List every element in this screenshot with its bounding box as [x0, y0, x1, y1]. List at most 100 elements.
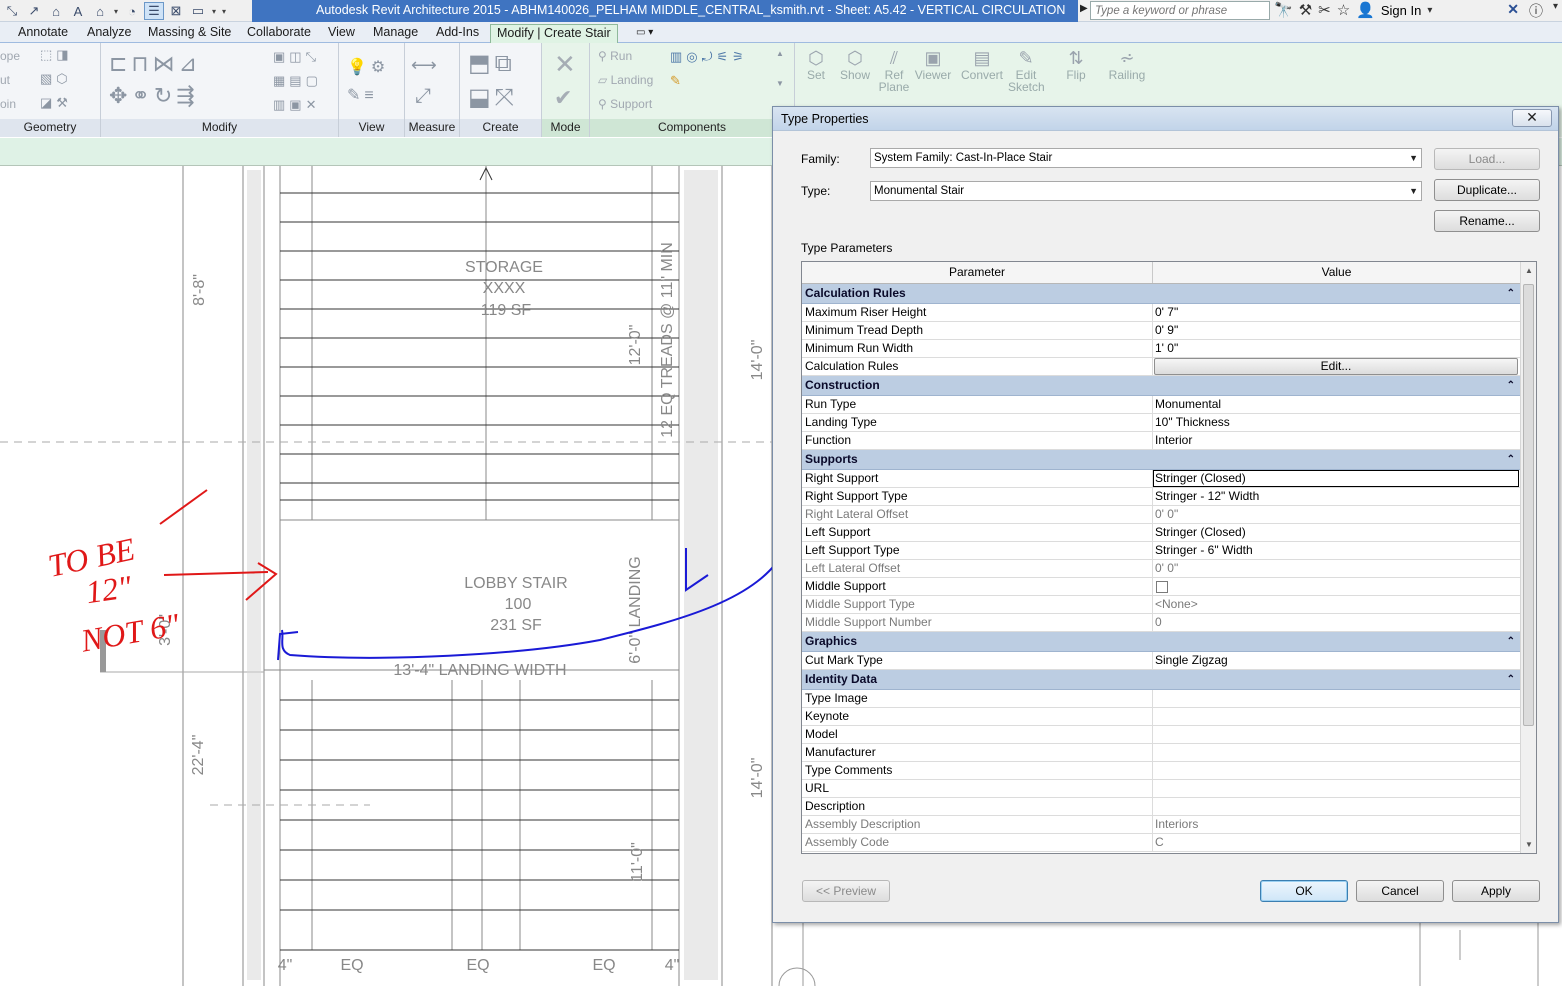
measure-distance-icon[interactable]: ⟷ — [411, 55, 441, 76]
edit-sketch-button[interactable]: ✎ Edit Sketch — [1008, 49, 1045, 93]
communication-icon[interactable]: ✂ — [1318, 1, 1331, 19]
load-button[interactable]: Load... — [1434, 148, 1540, 170]
close-button[interactable]: ✕ — [1512, 109, 1552, 127]
parameter-row[interactable]: Left Support Type Stringer - 6" Width — [802, 542, 1521, 560]
exchange-apps-icon[interactable]: ✕ — [1507, 1, 1519, 21]
tag-icon[interactable]: ⌂ — [46, 2, 66, 20]
modify-tools-icon[interactable]: ▣◫⤡ — [273, 49, 320, 65]
parameter-value[interactable]: Stringer (Closed) — [1155, 524, 1246, 541]
type-select[interactable]: Monumental Stair ▼ — [870, 181, 1422, 201]
flip-button[interactable]: ⇅ Flip — [1058, 49, 1094, 81]
view-tools-icon[interactable]: 💡⚙ — [347, 57, 389, 77]
cancel-button[interactable]: Cancel — [1356, 880, 1444, 902]
tab-modify-create-stair[interactable]: Modify | Create Stair — [490, 24, 618, 43]
geometry-tools-icon[interactable]: ◪⚒ — [40, 95, 72, 111]
run-tool[interactable]: ⚲ Run — [598, 49, 632, 63]
parameter-row[interactable]: Minimum Run Width 1' 0" — [802, 340, 1521, 358]
landing-tool[interactable]: ▱ Landing — [598, 73, 653, 87]
apply-button[interactable]: Apply — [1452, 880, 1540, 902]
parameter-row[interactable]: Left Lateral Offset 0' 0" — [802, 560, 1521, 578]
parameter-value[interactable]: <None> — [1155, 596, 1198, 613]
preview-button[interactable]: << Preview — [802, 880, 890, 902]
type-parameters-grid[interactable]: Parameter Value Calculation Rules ⌃ Maximu… — [801, 261, 1537, 854]
set-work-plane-button[interactable]: ⬡ Set — [800, 49, 832, 81]
3d-view-icon[interactable]: ⌂ — [90, 2, 110, 20]
convert-button[interactable]: ▤ Convert — [958, 49, 1006, 81]
chevron-down-icon[interactable]: ▾ — [1427, 5, 1432, 16]
group-header-supports[interactable]: Supports ⌃ — [802, 450, 1521, 470]
geometry-tools-icon[interactable]: ▧⬡ — [40, 71, 72, 87]
pick-icon[interactable]: ✎ — [670, 73, 685, 89]
measure-icon[interactable]: ⤡ — [2, 2, 22, 20]
geometry-tool-label[interactable]: oin — [0, 97, 16, 111]
parameter-row[interactable]: Function Interior — [802, 432, 1521, 450]
collapse-icon[interactable]: ⌃ — [1507, 284, 1515, 303]
ribbon-minimize-icon[interactable]: ▭ ▾ — [636, 24, 653, 43]
parameter-row[interactable]: Cut Mark Type Single Zigzag — [802, 652, 1521, 670]
scroll-down-icon[interactable]: ▼ — [776, 79, 784, 88]
customize-qat-icon[interactable]: ▾ — [220, 7, 228, 16]
edit-calculation-rules-button[interactable]: Edit... — [1154, 358, 1518, 375]
parameter-row[interactable]: Type Comments — [802, 762, 1521, 780]
group-header-identity-data[interactable]: Identity Data ⌃ — [802, 670, 1521, 690]
scroll-up-icon[interactable]: ▲ — [1525, 266, 1533, 275]
parameter-value[interactable]: 0' 0" — [1155, 506, 1178, 523]
parameter-value[interactable]: 0' 0" — [1155, 560, 1178, 577]
parameter-row[interactable]: Landing Type 10" Thickness — [802, 414, 1521, 432]
geometry-tools-icon[interactable]: ⬚◨ — [40, 47, 73, 63]
parameter-row[interactable]: Right Support Type Stringer - 12" Width — [802, 488, 1521, 506]
support-tool[interactable]: ⚲ Support — [598, 97, 652, 111]
show-work-plane-button[interactable]: ⬡ Show — [838, 49, 872, 81]
scrollbar-thumb[interactable] — [1523, 284, 1534, 726]
view-tools-icon[interactable]: ✎≡ — [347, 85, 378, 105]
finish-edit-icon[interactable]: ✔ — [554, 85, 576, 111]
parameter-row[interactable]: Model — [802, 726, 1521, 744]
user-icon[interactable]: 👤 — [1356, 1, 1375, 19]
scroll-down-icon[interactable]: ▼ — [1525, 840, 1533, 849]
vertical-scrollbar[interactable]: ▲ ▼ — [1520, 262, 1536, 853]
create-group-icon[interactable]: ⬓⤧ — [468, 83, 518, 112]
parameter-row[interactable]: Type Image — [802, 690, 1521, 708]
search-input[interactable] — [1090, 1, 1270, 20]
tab-massing-site[interactable]: Massing & Site — [148, 24, 231, 43]
ok-button[interactable]: OK — [1260, 880, 1348, 902]
collapse-icon[interactable]: ⌃ — [1507, 670, 1515, 689]
create-component-icon[interactable]: ⬒⧉ — [468, 49, 516, 78]
text-icon[interactable]: A — [68, 2, 88, 20]
viewer-button[interactable]: ▣ Viewer — [912, 49, 954, 81]
ref-plane-button[interactable]: ⫽ Ref Plane — [876, 49, 912, 93]
parameter-value[interactable]: 0' 9" — [1155, 322, 1178, 339]
parameter-value[interactable]: Stringer - 6" Width — [1155, 542, 1253, 559]
parameter-row[interactable]: Manufacturer — [802, 744, 1521, 762]
geometry-tool-label[interactable]: ope — [0, 49, 20, 63]
parameter-row[interactable]: Assembly Code C — [802, 834, 1521, 852]
tab-annotate[interactable]: Annotate — [18, 24, 68, 43]
close-hidden-icon[interactable]: ⊠ — [166, 2, 186, 20]
parameter-row[interactable]: Keynote — [802, 708, 1521, 726]
parameter-row[interactable]: Left Support Stringer (Closed) — [802, 524, 1521, 542]
parameter-row[interactable]: Right Lateral Offset 0' 0" — [802, 506, 1521, 524]
parameter-row[interactable]: Middle Support Type <None> — [802, 596, 1521, 614]
rename-button[interactable]: Rename... — [1434, 210, 1540, 232]
subscription-icon[interactable]: ⚒ — [1299, 1, 1312, 19]
modify-tools-icon[interactable]: ▥▣✕ — [273, 97, 320, 113]
parameter-row[interactable]: Middle Support Number 0 — [802, 614, 1521, 632]
section-icon[interactable]: ◔ — [122, 2, 142, 20]
collapse-icon[interactable]: ⌃ — [1507, 376, 1515, 395]
parameter-value[interactable]: 0' 7" — [1155, 304, 1178, 321]
thin-lines-icon[interactable]: ☰ — [144, 2, 164, 20]
dialog-title-bar[interactable]: Type Properties — [773, 107, 1558, 131]
parameter-value[interactable]: C — [1155, 834, 1164, 851]
duplicate-button[interactable]: Duplicate... — [1434, 179, 1540, 201]
tab-collaborate[interactable]: Collaborate — [247, 24, 311, 43]
parameter-row[interactable]: Middle Support — [802, 578, 1521, 596]
sign-in-link[interactable]: Sign In — [1381, 3, 1421, 18]
parameter-value[interactable]: Interior — [1155, 432, 1192, 449]
chevron-right-icon[interactable]: ▶ — [1080, 3, 1088, 14]
parameter-row[interactable]: Right Support Stringer (Closed) — [802, 470, 1521, 488]
parameter-row[interactable]: Calculation Rules Edit... — [802, 358, 1521, 376]
column-header-parameter[interactable]: Parameter — [802, 262, 1153, 283]
parameter-row[interactable]: Assembly Description Interiors — [802, 816, 1521, 834]
align-icon[interactable]: ⊏⊓⋈⊿ — [109, 51, 201, 77]
parameter-row[interactable]: URL — [802, 780, 1521, 798]
